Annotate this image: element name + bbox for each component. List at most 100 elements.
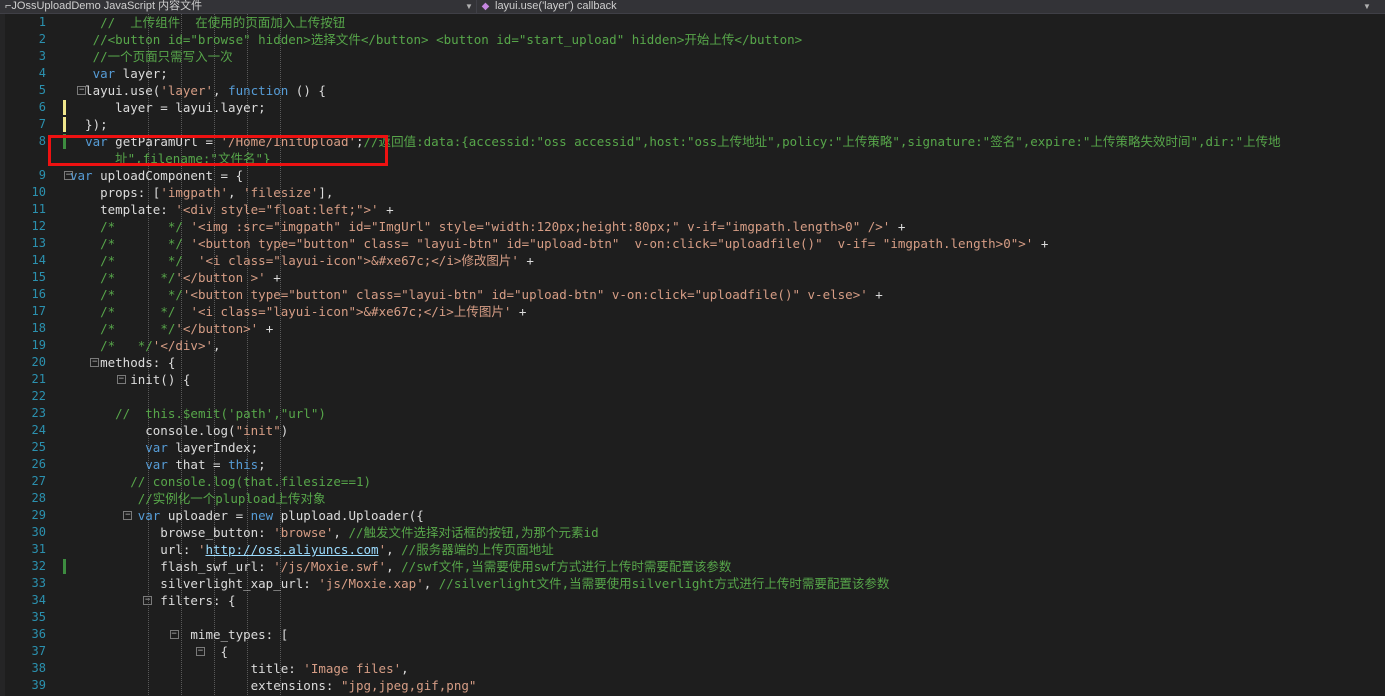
line-number: 25 (31, 440, 46, 454)
line-number: 15 (31, 270, 46, 284)
code-line[interactable]: 3 //一个页面只需写入一次 (0, 48, 1385, 65)
code-line[interactable]: 28 //实例化一个plupload上传对象 (0, 490, 1385, 507)
code-line[interactable]: 1 // 上传组件 在使用的页面加入上传按钮 (0, 14, 1385, 31)
code-line[interactable]: 11 template: '<div style="float:left;">'… (0, 201, 1385, 218)
code-line[interactable]: 14 /* */ '<i class="layui-icon">&#xe67c;… (0, 252, 1385, 269)
code-editor[interactable]: 1 // 上传组件 在使用的页面加入上传按钮 2 //<button id="br… (0, 14, 1385, 696)
code-line[interactable]: 23 // this.$emit('path',"url") (0, 405, 1385, 422)
code-line[interactable]: 25 var layerIndex; (0, 439, 1385, 456)
code-line-text: flash_swf_url: '/js/Moxie.swf', //swf文件,… (70, 558, 731, 575)
code-line-text: /* */ '<img :src="imgpath" id="ImgUrl" s… (70, 218, 905, 235)
code-token-plain: console.log( (70, 423, 236, 438)
code-line[interactable]: 2 //<button id="browse" hidden>选择文件</but… (0, 31, 1385, 48)
code-line[interactable]: 15 /* */'</button >' + (0, 269, 1385, 286)
code-line-text: title: 'Image files', (70, 660, 409, 677)
code-token-str: '</button >' (175, 270, 266, 285)
chevron-down-icon-member[interactable]: ▼ (1360, 0, 1374, 13)
code-line-text: var that = this; (70, 456, 266, 473)
code-token-plain: ; (258, 457, 266, 472)
code-line[interactable]: 34− filters: { (0, 592, 1385, 609)
code-line[interactable]: 27 // console.log(that.filesize==1) (0, 473, 1385, 490)
code-token-plain: , (386, 559, 402, 574)
code-token-plain: init() { (70, 372, 191, 387)
code-line-container[interactable]: 1 // 上传组件 在使用的页面加入上传按钮 2 //<button id="br… (0, 14, 1385, 696)
scope-selector-member-label: layui.use('layer') callback (495, 0, 617, 12)
code-token-plain: filters: { (70, 593, 236, 608)
code-token-plain: + (258, 321, 274, 336)
line-number: 39 (31, 678, 46, 692)
code-token-cmt: // this.$emit('path',"url") (115, 406, 326, 421)
code-line[interactable]: 址",filename:"文件名"} (0, 150, 1385, 167)
code-token-plain: silverlight_xap_url: (70, 576, 319, 591)
code-line[interactable]: 33 silverlight_xap_url: 'js/Moxie.xap', … (0, 575, 1385, 592)
code-token-plain: title: (70, 661, 304, 676)
code-token-str: 'browse' (273, 525, 334, 540)
code-line[interactable]: 30 browse_button: 'browse', //触发文件选择对话框的… (0, 524, 1385, 541)
code-line[interactable]: 21− init() { (0, 371, 1385, 388)
code-token-plain: flash_swf_url: (70, 559, 274, 574)
scope-selector-type[interactable]: ⌐JOssUploadDemo JavaScript 内容文件 ▼ (0, 0, 476, 13)
code-line[interactable]: 9− var uploadComponent = { (0, 167, 1385, 184)
code-line[interactable]: 29− var uploader = new plupload.Uploader… (0, 507, 1385, 524)
code-line-text: //实例化一个plupload上传对象 (70, 490, 326, 507)
code-token-plain: + (511, 304, 527, 319)
code-line-text: template: '<div style="float:left;">' + (70, 201, 394, 218)
code-token-plain: mime_types: [ (70, 627, 289, 642)
code-line[interactable]: 8 var getParamUrl = '/Home/InitUpload';/… (0, 133, 1385, 150)
code-line[interactable]: 17 /* */ '<i class="layui-icon">&#xe67c;… (0, 303, 1385, 320)
code-token-cmt: //触发文件选择对话框的按钮,为那个元素id (348, 525, 599, 540)
code-token-plain: , (423, 576, 439, 591)
chevron-down-icon[interactable]: ▼ (462, 0, 476, 13)
code-line[interactable]: 16 /* */'<button type="button" class="la… (0, 286, 1385, 303)
code-line-text: browse_button: 'browse', //触发文件选择对话框的按钮,… (70, 524, 599, 541)
code-token-cmt: // console.log(that.filesize==1) (130, 474, 372, 489)
line-number: 23 (31, 406, 46, 420)
code-token-plain: + (867, 287, 883, 302)
code-line[interactable]: 6 layer = layui.layer; (0, 99, 1385, 116)
code-token-kw: var (92, 66, 116, 81)
code-token-str: '<i class="layui-icon">&#xe67c;</i>上传图片' (190, 304, 512, 319)
code-line-text: methods: { (70, 354, 175, 371)
code-line[interactable]: 5− layui.use('layer', function () { (0, 82, 1385, 99)
line-number: 21 (31, 372, 46, 386)
code-token-cmt: /* */ (100, 253, 183, 268)
code-line[interactable]: 18 /* */'</button>' + (0, 320, 1385, 337)
code-token-lnk[interactable]: http://oss.aliyuncs.com (205, 542, 378, 557)
code-line[interactable]: 37− { (0, 643, 1385, 660)
code-token-plain: props: [ (70, 185, 161, 200)
line-number: 20 (31, 355, 46, 369)
code-line[interactable]: 10 props: ['imgpath', 'filesize'], (0, 184, 1385, 201)
code-line[interactable]: 38 title: 'Image files', (0, 660, 1385, 677)
code-line[interactable]: 4 var layer; (0, 65, 1385, 82)
code-line-text: layer = layui.layer; (70, 99, 266, 116)
code-line[interactable]: 26 var that = this; (0, 456, 1385, 473)
code-line[interactable]: 36− mime_types: [ (0, 626, 1385, 643)
code-line[interactable]: 39 extensions: "jpg,jpeg,gif,png" (0, 677, 1385, 694)
code-line[interactable]: 32 flash_swf_url: '/js/Moxie.swf', //swf… (0, 558, 1385, 575)
code-line[interactable]: 7 }); (0, 116, 1385, 133)
code-line[interactable]: 24 console.log("init") (0, 422, 1385, 439)
scope-selector-member[interactable]: ◆ layui.use('layer') callback ▼ (476, 0, 1374, 13)
code-line[interactable]: 35 (0, 609, 1385, 626)
code-token-plain: template: (70, 202, 176, 217)
code-token-plain: + (1033, 236, 1049, 251)
code-line[interactable]: 12 /* */ '<img :src="imgpath" id="ImgUrl… (0, 218, 1385, 235)
code-line-text: /* */'</button >' + (70, 269, 281, 286)
code-line[interactable]: 19 /* */'</div>', (0, 337, 1385, 354)
code-line[interactable]: 22 (0, 388, 1385, 405)
change-marker (63, 559, 66, 574)
code-line[interactable]: 13 /* */ '<button type="button" class= "… (0, 235, 1385, 252)
code-line-text: { (70, 643, 229, 660)
code-line[interactable]: 20− methods: { (0, 354, 1385, 371)
change-marker (63, 134, 66, 149)
code-line[interactable]: 31 url: 'http://oss.aliyuncs.com', //服务器… (0, 541, 1385, 558)
line-number: 33 (31, 576, 46, 590)
line-number: 9 (38, 168, 46, 182)
code-token-plain: url: (70, 542, 198, 557)
code-line-text: // 上传组件 在使用的页面加入上传按钮 (70, 14, 345, 31)
